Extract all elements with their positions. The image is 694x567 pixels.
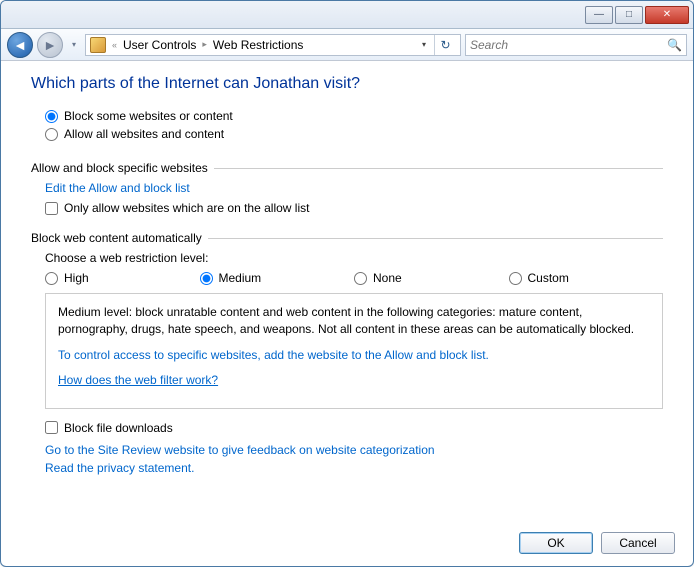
level-description-box: Medium level: block unratable content an… (45, 293, 663, 409)
search-input[interactable] (470, 38, 667, 52)
close-button[interactable]: ✕ (645, 6, 689, 24)
label-level-high: High (64, 271, 89, 285)
refresh-button[interactable]: ↻ (434, 35, 456, 55)
label-only-allow-list: Only allow websites which are on the all… (64, 201, 309, 215)
checkbox-only-allow-list[interactable] (45, 202, 58, 215)
breadcrumb[interactable]: « User Controls ▸ Web Restrictions ▾ ↻ (85, 34, 461, 56)
label-block-downloads: Block file downloads (64, 421, 173, 435)
restriction-level-row: High Medium None Custom (45, 271, 663, 285)
desc-medium-text: Medium level: block unratable content an… (58, 304, 650, 339)
maximize-button[interactable]: □ (615, 6, 643, 24)
group-allow-block: Allow and block specific websites (31, 161, 663, 175)
page-title: Which parts of the Internet can Jonathan… (31, 75, 663, 93)
checkbox-block-downloads[interactable] (45, 421, 58, 434)
window: — □ ✕ ◄ ► ▾ « User Controls ▸ Web Restri… (0, 0, 694, 567)
choose-level-label: Choose a web restriction level: (45, 251, 663, 265)
back-button[interactable]: ◄ (7, 32, 33, 58)
link-add-to-list[interactable]: To control access to specific websites, … (58, 347, 650, 364)
radio-block-some[interactable] (45, 110, 58, 123)
ok-button[interactable]: OK (519, 532, 593, 554)
titlebar: — □ ✕ (1, 1, 693, 29)
radio-level-none[interactable] (354, 272, 367, 285)
history-dropdown[interactable]: ▾ (67, 38, 81, 52)
button-bar: OK Cancel (519, 532, 675, 554)
label-level-none: None (373, 271, 402, 285)
label-block-some: Block some websites or content (64, 109, 233, 123)
back-arrow-icon: ◄ (13, 37, 27, 53)
breadcrumb-dropdown-icon[interactable]: ▾ (418, 40, 430, 49)
navbar: ◄ ► ▾ « User Controls ▸ Web Restrictions… (1, 29, 693, 61)
label-allow-all: Allow all websites and content (64, 127, 224, 141)
radio-allow-all[interactable] (45, 128, 58, 141)
crumb-more-icon[interactable]: « (110, 40, 119, 50)
chevron-right-icon[interactable]: ▸ (200, 39, 209, 50)
cancel-button[interactable]: Cancel (601, 532, 675, 554)
search-box[interactable]: 🔍 (465, 34, 687, 56)
content: Which parts of the Internet can Jonathan… (1, 61, 693, 567)
link-how-filter-works[interactable]: How does the web filter work? (58, 373, 218, 387)
forward-button[interactable]: ► (37, 32, 63, 58)
forward-arrow-icon: ► (43, 37, 57, 53)
divider (208, 238, 663, 239)
radio-level-custom[interactable] (509, 272, 522, 285)
link-edit-allow-block[interactable]: Edit the Allow and block list (45, 181, 663, 195)
search-icon[interactable]: 🔍 (667, 38, 682, 52)
label-level-medium: Medium (219, 271, 262, 285)
link-site-review[interactable]: Go to the Site Review website to give fe… (45, 443, 663, 457)
group-allow-block-label: Allow and block specific websites (31, 161, 208, 175)
group-auto-block-label: Block web content automatically (31, 231, 202, 245)
divider (214, 168, 663, 169)
link-privacy-statement[interactable]: Read the privacy statement. (45, 461, 663, 475)
crumb-web-restrictions[interactable]: Web Restrictions (213, 38, 303, 52)
refresh-icon: ↻ (440, 38, 450, 52)
radio-level-medium[interactable] (200, 272, 213, 285)
group-auto-block: Block web content automatically (31, 231, 663, 245)
label-level-custom: Custom (528, 271, 569, 285)
minimize-button[interactable]: — (585, 6, 613, 24)
radio-level-high[interactable] (45, 272, 58, 285)
folder-icon (90, 37, 106, 53)
window-buttons: — □ ✕ (583, 6, 689, 24)
crumb-user-controls[interactable]: User Controls (123, 38, 196, 52)
visit-scope-group: Block some websites or content Allow all… (31, 105, 663, 145)
